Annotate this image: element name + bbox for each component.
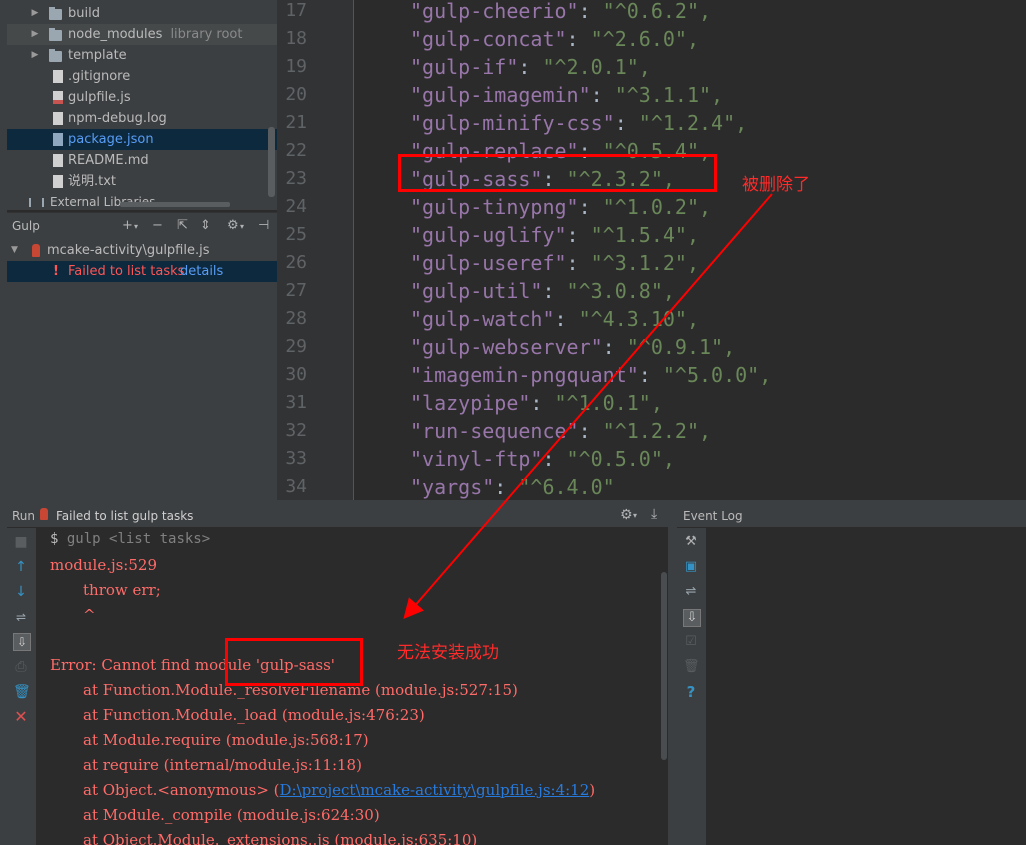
annotation-arrow — [403, 193, 773, 620]
